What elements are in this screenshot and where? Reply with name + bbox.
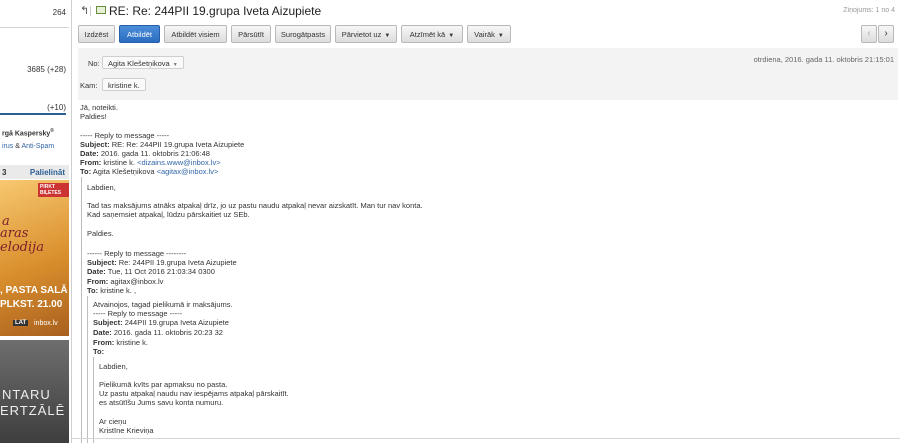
buy-tickets-badge[interactable]: PIRKT BIĻETES	[38, 183, 69, 197]
message-counter: Ziņojums: 1 no 4	[843, 7, 895, 14]
delete-button[interactable]: Izdzēst	[78, 25, 115, 43]
concert-hall-ad-banner[interactable]: NTARU ERTZĀLĒ	[0, 340, 69, 443]
reply-separator: ----- Reply to message -----	[93, 309, 183, 318]
titlebar-separator	[90, 6, 91, 16]
quote-subject: Subject: 244PII 19.grupa Iveta Aizupiete	[93, 318, 229, 327]
body-line: Labdien,	[99, 362, 128, 371]
quote-date: Date: Tue, 11 Oct 2016 21:03:34 0300	[87, 267, 215, 276]
mark-as-dropdown[interactable]: Atzīmēt kā ▼	[401, 25, 463, 43]
bottom-border	[72, 438, 900, 439]
quote-subject: Subject: Re: 244PII 19.grupa Iveta Aizup…	[87, 258, 237, 267]
move-to-label: Pārvietot uz	[341, 30, 382, 39]
message-titlebar: ↰ RE: Re: 244PII 19.grupa Iveta Aizupiet…	[72, 0, 900, 22]
reply-separator: ----- Reply to message -----	[80, 131, 170, 140]
quote-date: Date: 2016. gada 11. oktobris 20:23 32	[93, 328, 223, 337]
message-toolbar: Izdzēst Atbildēt Atbildēt visiem Pārsūtī…	[78, 25, 898, 47]
to-label: Kam:	[80, 81, 98, 90]
body-line: es atsūtīšu Jums savu konta numuru.	[99, 398, 224, 407]
back-arrow-icon[interactable]: ↰	[80, 4, 89, 17]
move-to-dropdown[interactable]: Pārvietot uz ▼	[335, 25, 397, 43]
replied-envelope-icon	[96, 6, 106, 14]
more-dropdown[interactable]: Vairāk ▼	[467, 25, 511, 43]
forward-button[interactable]: Pārsūtīt	[231, 25, 271, 43]
from-label: No:	[88, 59, 100, 68]
reply-separator: ------ Reply to message --------	[87, 249, 187, 258]
quote-bar-level-2	[87, 296, 88, 443]
reply-button[interactable]: Atbildēt	[119, 25, 160, 43]
body-line: Tad tas maksājums atnāks atpakaļ drīz, j…	[87, 201, 423, 210]
next-message-button[interactable]: ›	[878, 25, 894, 43]
body-line: Ar cieņu	[99, 417, 127, 426]
quote-subject: Subject: RE: Re: 244PII 19.grupa Iveta A…	[80, 140, 245, 149]
body-line: Jā, noteikti.	[80, 103, 118, 112]
sidebar-divider	[0, 27, 69, 28]
body-line: Uz pastu atpakaļ naudu nav iespējams atp…	[99, 389, 289, 398]
reply-all-button[interactable]: Atbildēt visiem	[164, 25, 227, 43]
body-line: Paldies!	[80, 112, 107, 121]
body-line: Kad saņemsiet atpakaļ, lūdzu pārskaitiet…	[87, 210, 250, 219]
left-sidebar: 264 3685 (+28) (+10) rgā Kaspersky® irus…	[0, 0, 70, 443]
mark-as-label: Atzīmēt kā	[409, 30, 446, 39]
chevron-down-icon: ▼	[497, 33, 504, 39]
antispam-link[interactable]: Anti-Spam	[21, 143, 54, 150]
body-line: Labdien,	[87, 183, 116, 192]
quote-from: From: kristine k.	[93, 338, 149, 347]
quote-to: To:	[93, 347, 105, 356]
sidebar-accent-line	[0, 113, 66, 115]
quote-to: To: kristine k. ,	[87, 286, 137, 295]
antivirus-link[interactable]: irus	[2, 143, 13, 150]
from-contact-chip[interactable]: Agita Klešetņikova ▼	[102, 56, 184, 69]
to-contact-chip[interactable]: kristine k.	[102, 78, 146, 91]
chevron-down-icon: ▼	[172, 62, 178, 68]
kaspersky-promo-links: irus & Anti-Spam	[2, 143, 55, 150]
sender-email-link[interactable]: <dizains.www@inbox.lv>	[137, 158, 220, 167]
message-subject-title: RE: Re: 244PII 19.grupa Iveta Aizupiete	[109, 4, 322, 18]
recipient-email-link[interactable]: <agitax@inbox.lv>	[157, 167, 219, 176]
folder-count-2[interactable]: 3685 (+28)	[27, 65, 66, 74]
folder-count-3[interactable]: (+10)	[47, 103, 66, 112]
ad-header: 3 Palielināt	[0, 165, 69, 179]
prev-message-button[interactable]: ‹	[861, 25, 877, 43]
more-label: Vairāk	[474, 30, 495, 39]
message-view: ↰ RE: Re: 244PII 19.grupa Iveta Aizupiet…	[71, 0, 900, 443]
concert-ad-banner[interactable]: PIRKT BIĻETES a aras elodija , PASTA SAL…	[0, 180, 69, 336]
chevron-down-icon: ▼	[448, 33, 455, 39]
folder-count-inbox[interactable]: 264	[53, 8, 66, 17]
message-date: otrdiena, 2016. gada 11. oktobris 21:15:…	[753, 55, 894, 64]
quote-bar-level-1	[81, 177, 82, 443]
body-line: Paldies.	[87, 229, 114, 238]
message-header: No: Agita Klešetņikova ▼ otrdiena, 2016. …	[78, 48, 898, 100]
quote-from: From: kristine k. <dizains.www@inbox.lv>	[80, 158, 221, 167]
quote-bar-level-3	[93, 357, 94, 443]
body-line: Pielikumā kvīts par apmaksu no pasta.	[99, 380, 228, 389]
quote-from: From: agitax@inbox.lv	[87, 277, 164, 286]
quote-date: Date: 2016. gada 11. oktobris 21:06:48	[80, 149, 210, 158]
body-line: Kristīne Krieviņa	[99, 426, 154, 435]
enlarge-ad-link[interactable]: Palielināt	[30, 168, 65, 177]
body-line: Atvainojos, tagad pielikumā ir maksājums…	[93, 300, 233, 309]
spam-button[interactable]: Surogātpasts	[275, 25, 331, 43]
quote-to: To: Agita Klešetņikova <agitax@inbox.lv>	[80, 167, 219, 176]
kaspersky-promo-title[interactable]: rgā Kaspersky®	[2, 128, 54, 137]
chevron-down-icon: ▼	[384, 33, 391, 39]
